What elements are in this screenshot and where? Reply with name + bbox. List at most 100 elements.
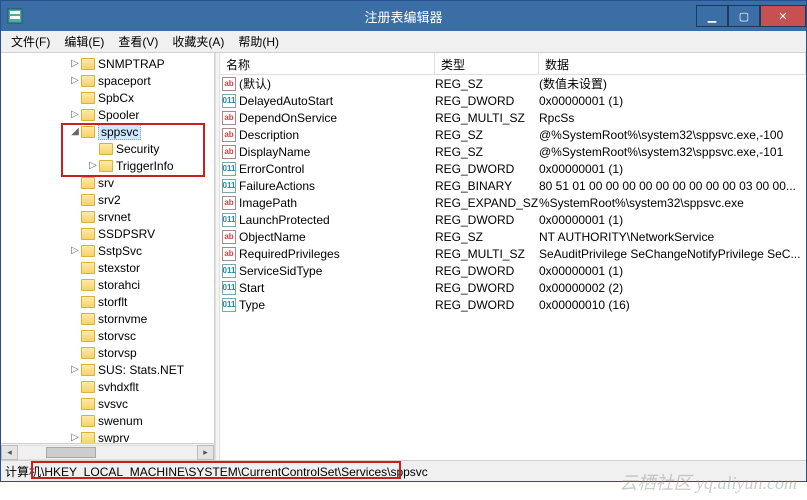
tree-item-label: storflt bbox=[98, 295, 127, 309]
tree-item[interactable]: ▷SstpSvc bbox=[69, 242, 214, 259]
value-row[interactable]: 011FailureActionsREG_BINARY80 51 01 00 0… bbox=[220, 177, 806, 194]
value-type: REG_SZ bbox=[435, 128, 539, 142]
tree-item[interactable]: ▷SUS: Stats.NET bbox=[69, 361, 214, 378]
tree-item[interactable]: srv2 bbox=[69, 191, 214, 208]
scroll-left-button[interactable]: ◂ bbox=[1, 445, 18, 460]
col-data[interactable]: 数据 bbox=[539, 53, 806, 74]
value-name: LaunchProtected bbox=[239, 213, 435, 227]
values-list[interactable]: ab(默认)REG_SZ(数值未设置)011DelayedAutoStartRE… bbox=[220, 75, 806, 460]
expand-closed-icon[interactable]: ▷ bbox=[87, 160, 99, 171]
folder-icon bbox=[81, 364, 95, 376]
tree-item[interactable]: ▷swprv bbox=[69, 429, 214, 443]
tree-item-label: spaceport bbox=[98, 74, 151, 88]
tree-item[interactable]: SpbCx bbox=[69, 89, 214, 106]
value-row[interactable]: abDisplayNameREG_SZ@%SystemRoot%\system3… bbox=[220, 143, 806, 160]
binary-value-icon: 011 bbox=[222, 281, 236, 295]
tree-item[interactable]: storflt bbox=[69, 293, 214, 310]
menu-view[interactable]: 查看(V) bbox=[112, 31, 164, 52]
value-type: REG_DWORD bbox=[435, 298, 539, 312]
value-row[interactable]: abObjectNameREG_SZNT AUTHORITY\NetworkSe… bbox=[220, 228, 806, 245]
tree-item-label: srv bbox=[98, 176, 114, 190]
tree-item[interactable]: svhdxflt bbox=[69, 378, 214, 395]
tree-item[interactable]: srvnet bbox=[69, 208, 214, 225]
tree-item-label: stexstor bbox=[98, 261, 140, 275]
expand-closed-icon[interactable]: ▷ bbox=[69, 109, 81, 120]
tree-item-label: stornvme bbox=[98, 312, 147, 326]
value-row[interactable]: abImagePathREG_EXPAND_SZ%SystemRoot%\sys… bbox=[220, 194, 806, 211]
tree-item-label: SSDPSRV bbox=[98, 227, 155, 241]
minimize-button[interactable]: ▁ bbox=[696, 5, 728, 27]
expand-closed-icon[interactable]: ▷ bbox=[69, 245, 81, 256]
value-row[interactable]: 011ServiceSidTypeREG_DWORD0x00000001 (1) bbox=[220, 262, 806, 279]
value-name: ImagePath bbox=[239, 196, 435, 210]
tree-item[interactable]: ▷SNMPTRAP bbox=[69, 55, 214, 72]
menu-favorites[interactable]: 收藏夹(A) bbox=[166, 31, 230, 52]
maximize-button[interactable]: ▢ bbox=[728, 5, 760, 27]
tree-item[interactable]: SSDPSRV bbox=[69, 225, 214, 242]
value-row[interactable]: 011DelayedAutoStartREG_DWORD0x00000001 (… bbox=[220, 92, 806, 109]
app-icon bbox=[7, 8, 23, 24]
tree-item-label: storvsp bbox=[98, 346, 137, 360]
menu-edit[interactable]: 编辑(E) bbox=[58, 31, 110, 52]
tree-item[interactable]: storahci bbox=[69, 276, 214, 293]
folder-icon bbox=[81, 245, 95, 257]
scroll-track[interactable] bbox=[18, 445, 197, 460]
tree-item[interactable]: svsvc bbox=[69, 395, 214, 412]
tree-item[interactable]: ▷Spooler bbox=[69, 106, 214, 123]
value-type: REG_EXPAND_SZ bbox=[435, 196, 539, 210]
tree-item[interactable]: ▷TriggerInfo bbox=[87, 157, 214, 174]
tree-item[interactable]: stexstor bbox=[69, 259, 214, 276]
tree-item[interactable]: storvsc bbox=[69, 327, 214, 344]
value-row[interactable]: 011LaunchProtectedREG_DWORD0x00000001 (1… bbox=[220, 211, 806, 228]
tree-item[interactable]: Security bbox=[87, 140, 214, 157]
tree-item[interactable]: ◢sppsvc bbox=[69, 123, 214, 140]
status-path: 计算机\HKEY_LOCAL_MACHINE\SYSTEM\CurrentCon… bbox=[5, 463, 428, 480]
scroll-thumb[interactable] bbox=[46, 447, 96, 458]
value-data: @%SystemRoot%\system32\sppsvc.exe,-100 bbox=[539, 128, 806, 142]
value-row[interactable]: 011StartREG_DWORD0x00000002 (2) bbox=[220, 279, 806, 296]
value-row[interactable]: abRequiredPrivilegesREG_MULTI_SZSeAuditP… bbox=[220, 245, 806, 262]
scroll-right-button[interactable]: ▸ bbox=[197, 445, 214, 460]
value-data: @%SystemRoot%\system32\sppsvc.exe,-101 bbox=[539, 145, 806, 159]
folder-icon bbox=[81, 228, 95, 240]
col-name[interactable]: 名称 bbox=[220, 53, 435, 74]
tree-view[interactable]: ▷SNMPTRAP▷spaceportSpbCx▷Spooler◢sppsvcS… bbox=[1, 53, 214, 443]
value-row[interactable]: abDescriptionREG_SZ@%SystemRoot%\system3… bbox=[220, 126, 806, 143]
close-button[interactable]: ✕ bbox=[760, 5, 806, 27]
menu-file[interactable]: 文件(F) bbox=[5, 31, 56, 52]
tree-hscrollbar[interactable]: ◂ ▸ bbox=[1, 443, 214, 460]
value-row[interactable]: 011ErrorControlREG_DWORD0x00000001 (1) bbox=[220, 160, 806, 177]
expand-open-icon[interactable]: ◢ bbox=[69, 126, 81, 137]
expand-closed-icon[interactable]: ▷ bbox=[69, 432, 81, 443]
folder-icon bbox=[81, 347, 95, 359]
binary-value-icon: 011 bbox=[222, 264, 236, 278]
values-pane: 名称 类型 数据 ab(默认)REG_SZ(数值未设置)011DelayedAu… bbox=[220, 53, 806, 460]
folder-icon bbox=[81, 109, 95, 121]
col-type[interactable]: 类型 bbox=[435, 53, 539, 74]
value-type: REG_MULTI_SZ bbox=[435, 247, 539, 261]
folder-icon bbox=[81, 381, 95, 393]
value-row[interactable]: abDependOnServiceREG_MULTI_SZRpcSs bbox=[220, 109, 806, 126]
main-area: ▷SNMPTRAP▷spaceportSpbCx▷Spooler◢sppsvcS… bbox=[1, 53, 806, 460]
expand-closed-icon[interactable]: ▷ bbox=[69, 75, 81, 86]
tree-item-label: Security bbox=[116, 142, 159, 156]
registry-editor-window: 注册表编辑器 ▁ ▢ ✕ 文件(F) 编辑(E) 查看(V) 收藏夹(A) 帮助… bbox=[0, 0, 807, 482]
tree-item[interactable]: ▷ spaceport bbox=[69, 72, 214, 89]
value-row[interactable]: 011TypeREG_DWORD0x00000010 (16) bbox=[220, 296, 806, 313]
value-type: REG_DWORD bbox=[435, 264, 539, 278]
menu-help[interactable]: 帮助(H) bbox=[232, 31, 285, 52]
value-name: DisplayName bbox=[239, 145, 435, 159]
tree-item[interactable]: storvsp bbox=[69, 344, 214, 361]
value-name: DelayedAutoStart bbox=[239, 94, 435, 108]
values-header: 名称 类型 数据 bbox=[220, 53, 806, 75]
value-type: REG_DWORD bbox=[435, 213, 539, 227]
expand-closed-icon[interactable]: ▷ bbox=[69, 364, 81, 375]
tree-item[interactable]: swenum bbox=[69, 412, 214, 429]
value-row[interactable]: ab(默认)REG_SZ(数值未设置) bbox=[220, 75, 806, 92]
titlebar[interactable]: 注册表编辑器 ▁ ▢ ✕ bbox=[1, 1, 806, 31]
tree-item-label: storahci bbox=[98, 278, 140, 292]
expand-closed-icon[interactable]: ▷ bbox=[69, 58, 81, 69]
tree-item[interactable]: srv bbox=[69, 174, 214, 191]
folder-icon bbox=[81, 313, 95, 325]
tree-item[interactable]: stornvme bbox=[69, 310, 214, 327]
